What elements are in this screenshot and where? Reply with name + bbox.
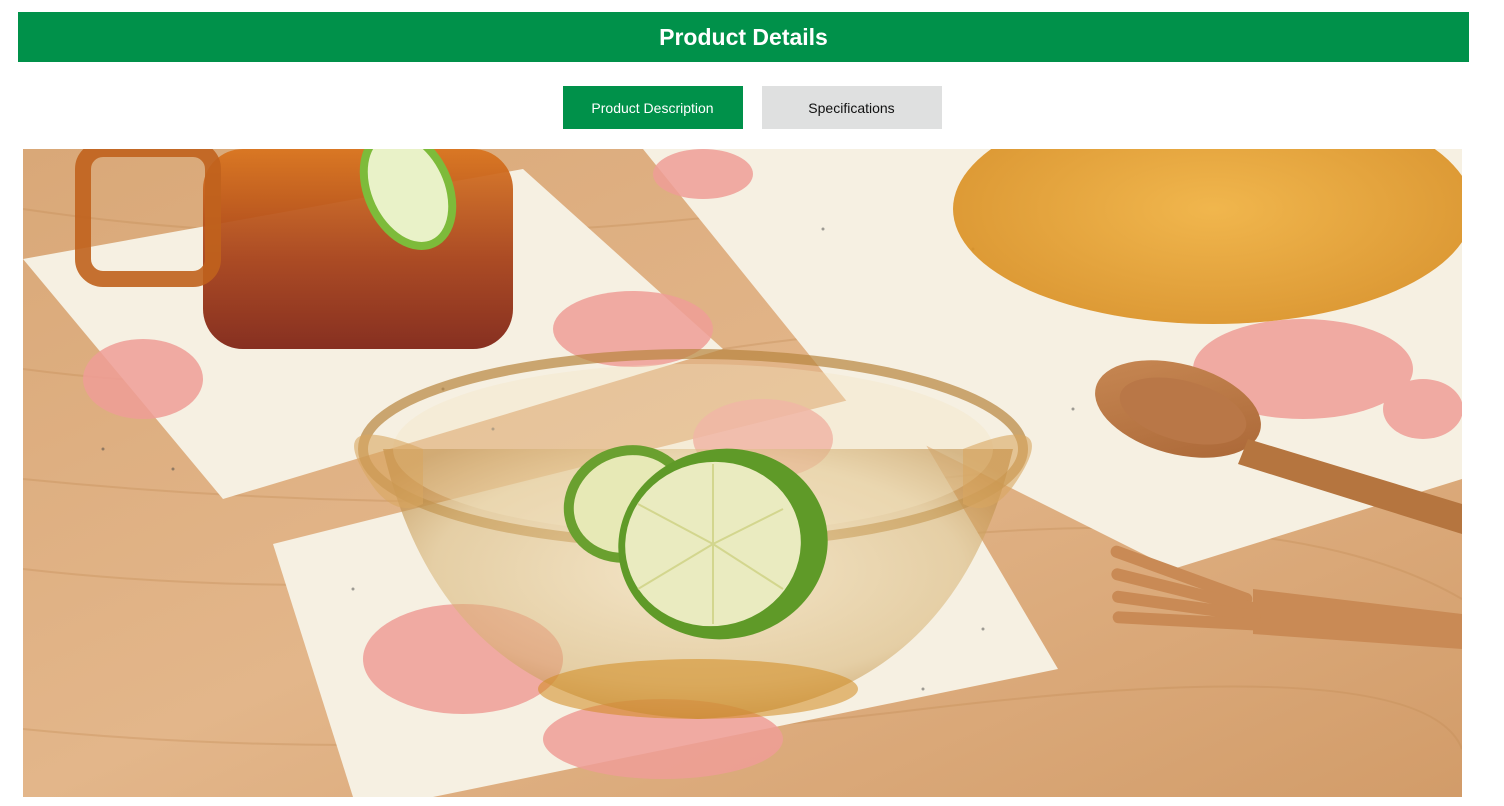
tab-specifications[interactable]: Specifications [761, 86, 942, 129]
product-details-header: Product Details [18, 12, 1469, 62]
page-title: Product Details [659, 23, 828, 50]
tab-bar: Product Description Specifications [0, 86, 1504, 129]
tab-product-description[interactable]: Product Description [562, 86, 743, 129]
product-image [23, 149, 1462, 797]
